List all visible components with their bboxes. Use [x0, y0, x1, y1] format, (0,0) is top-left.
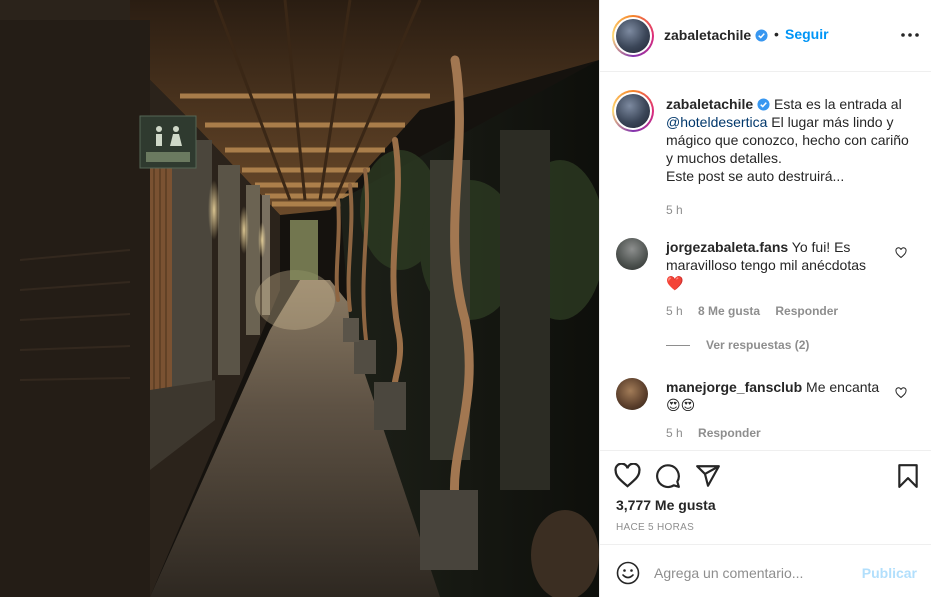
comment-item: manejorge_fansclub Me encanta 😍😍 5 h Res… — [600, 378, 931, 450]
comment-text: manejorge_fansclub Me encanta 😍😍 — [666, 378, 891, 414]
author-username-text[interactable]: zabaletachile — [664, 27, 751, 43]
save-bookmark-icon[interactable] — [897, 463, 919, 489]
comment-meta: 5 h Responder — [666, 426, 761, 440]
post-timestamp[interactable]: HACE 5 HORAS — [616, 522, 694, 533]
comment-reply-button[interactable]: Responder — [698, 426, 761, 440]
dot-separator: • — [774, 26, 779, 42]
caption-username[interactable]: zabaletachile — [666, 96, 753, 112]
like-heart-icon[interactable] — [614, 463, 641, 488]
replies-divider — [666, 345, 690, 347]
comment-time[interactable]: 5 h — [666, 426, 683, 440]
more-options-icon[interactable] — [900, 27, 920, 43]
like-comment-heart-icon[interactable] — [895, 387, 907, 399]
like-comment-heart-icon[interactable] — [895, 247, 907, 259]
caption-time[interactable]: 5 h — [666, 201, 916, 219]
comment-username[interactable]: manejorge_fansclub — [666, 379, 802, 395]
view-replies-label[interactable]: Ver respuestas (2) — [706, 338, 809, 352]
verified-badge-icon — [757, 98, 770, 111]
likes-count[interactable]: 3,777 Me gusta — [616, 497, 716, 513]
comment-body: Me encanta — [806, 379, 880, 395]
caption-body-line2: Este post se auto destruirá... — [666, 168, 845, 184]
comment-emoji: 😍😍 — [666, 397, 696, 413]
hotel-corridor-image — [0, 0, 599, 597]
comment-time[interactable]: 5 h — [666, 304, 683, 318]
caption-body-start: Esta es la entrada al — [774, 96, 902, 112]
follow-button[interactable]: Seguir — [785, 26, 829, 42]
comment-reply-button[interactable]: Responder — [775, 304, 838, 318]
comment-item: jorgezabaleta.fans Yo fui! Es maravillos… — [600, 238, 931, 338]
emoji-picker-icon[interactable] — [616, 561, 640, 585]
verified-badge-icon — [755, 29, 768, 42]
comment-meta: 5 h 8 Me gusta Responder — [666, 304, 838, 318]
author-username[interactable]: zabaletachile — [664, 27, 768, 43]
view-replies-button[interactable]: Ver respuestas (2) — [666, 338, 809, 352]
caption-mention-link[interactable]: @hoteldesertica — [666, 114, 767, 130]
comment-username[interactable]: jorgezabaleta.fans — [666, 239, 788, 255]
caption-text: zabaletachile Esta es la entrada al @hot… — [666, 95, 916, 219]
comment-text: jorgezabaleta.fans Yo fui! Es maravillos… — [666, 238, 891, 292]
author-avatar[interactable] — [612, 15, 654, 57]
comment-emoji: ❤️ — [666, 275, 684, 291]
post-modal: zabaletachile • Seguir zabaletachile Est… — [0, 0, 931, 597]
post-photo[interactable] — [0, 0, 599, 597]
share-send-icon[interactable] — [695, 463, 721, 489]
caption-avatar[interactable] — [612, 90, 654, 132]
comment-input[interactable] — [654, 562, 854, 584]
publish-button[interactable]: Publicar — [862, 565, 917, 581]
comment-bubble-icon[interactable] — [655, 463, 681, 489]
comment-likes[interactable]: 8 Me gusta — [698, 304, 760, 318]
post-header: zabaletachile • Seguir — [600, 0, 931, 72]
post-actions-section: 3,777 Me gusta HACE 5 HORAS — [600, 450, 931, 544]
comment-composer: Publicar — [600, 544, 931, 597]
